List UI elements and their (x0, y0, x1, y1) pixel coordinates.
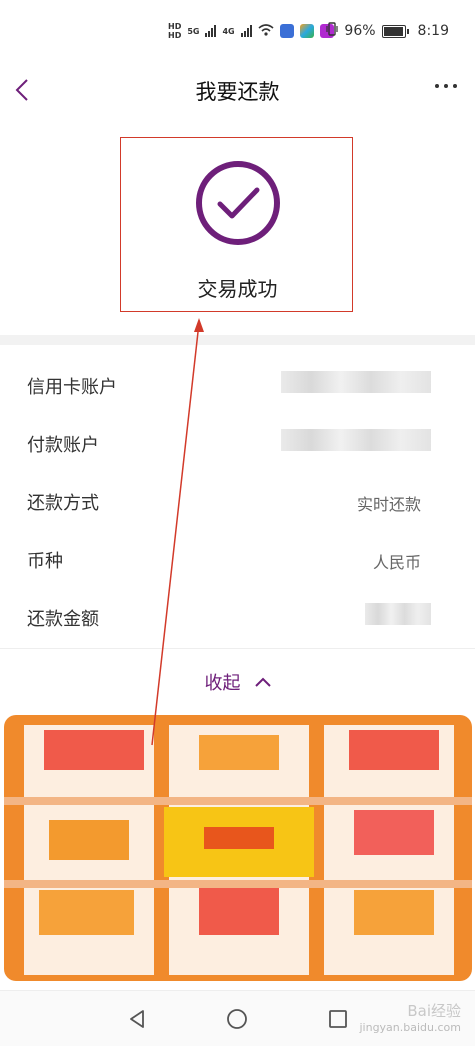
recents-square-icon[interactable] (324, 1005, 352, 1033)
detail-label: 还款金额 (27, 609, 99, 630)
banner-block (4, 880, 472, 888)
app-icon-blue (279, 24, 294, 38)
banner-block (4, 797, 472, 805)
page-title: 我要还款 (195, 80, 280, 104)
status-right: 96% 8:19 (326, 22, 449, 40)
detail-row-amount: 还款金额 (0, 587, 475, 645)
detail-value: 人民币 (372, 553, 421, 572)
wifi-icon (258, 23, 274, 39)
banner-block (354, 890, 434, 935)
banner-block (49, 820, 129, 860)
top-navbar: 我要还款 (0, 70, 475, 110)
section-divider (0, 335, 475, 345)
battery-icon (381, 24, 409, 38)
watermark: Bai经验 jingyan.baidu.com (359, 1000, 461, 1034)
vibrate-icon (326, 22, 339, 40)
detail-row-card-account: 信用卡账户 (0, 355, 475, 413)
masked-value (281, 429, 431, 451)
detail-row-currency: 币种 人民币 (0, 529, 475, 587)
banner-block (354, 810, 434, 855)
chevron-up-icon (254, 677, 271, 687)
banner-block (349, 730, 439, 770)
banner-block (39, 890, 134, 935)
app-icon-multicolor (299, 24, 314, 38)
banner-block (199, 735, 279, 770)
detail-value: 实时还款 (356, 495, 421, 514)
battery-percent: 96% (344, 23, 376, 39)
5g-label: 5G (187, 26, 200, 36)
banner-block (199, 885, 279, 935)
hd-badge: HD HD (168, 22, 182, 40)
more-dot-icon (435, 84, 439, 88)
back-triangle-icon[interactable] (123, 1005, 151, 1033)
more-dot-icon (453, 84, 457, 88)
detail-label: 付款账户 (27, 435, 99, 456)
detail-label: 还款方式 (27, 493, 99, 514)
detail-row-repayment-method: 还款方式 实时还款 (0, 471, 475, 529)
network-indicators: HD HD 5G 4G (168, 22, 334, 40)
masked-value (365, 603, 431, 625)
collapse-button[interactable]: 收起 (0, 666, 475, 698)
status-bar: HD HD 5G 4G 96% 8:19 (0, 0, 475, 70)
success-check-icon (196, 161, 280, 245)
more-options-button[interactable] (435, 84, 457, 88)
home-circle-icon[interactable] (223, 1005, 251, 1033)
4g-label: 4G (222, 26, 235, 36)
detail-row-payment-account: 付款账户 (0, 413, 475, 471)
promo-banner[interactable] (4, 715, 472, 981)
signal-icon-2 (240, 25, 252, 37)
signal-icon (205, 25, 217, 37)
success-status-text: 交易成功 (197, 277, 278, 301)
detail-label: 信用卡账户 (27, 377, 117, 398)
watermark-line1: Bai经验 (407, 1002, 461, 1020)
detail-label: 币种 (27, 551, 63, 572)
banner-block (44, 730, 144, 770)
watermark-line2: jingyan.baidu.com (359, 1021, 461, 1034)
banner-block (204, 827, 274, 849)
transaction-result: 交易成功 (120, 137, 353, 312)
masked-value (281, 371, 431, 393)
more-dot-icon (444, 84, 448, 88)
divider (0, 648, 475, 649)
collapse-label: 收起 (204, 673, 241, 694)
clock: 8:19 (417, 23, 449, 39)
